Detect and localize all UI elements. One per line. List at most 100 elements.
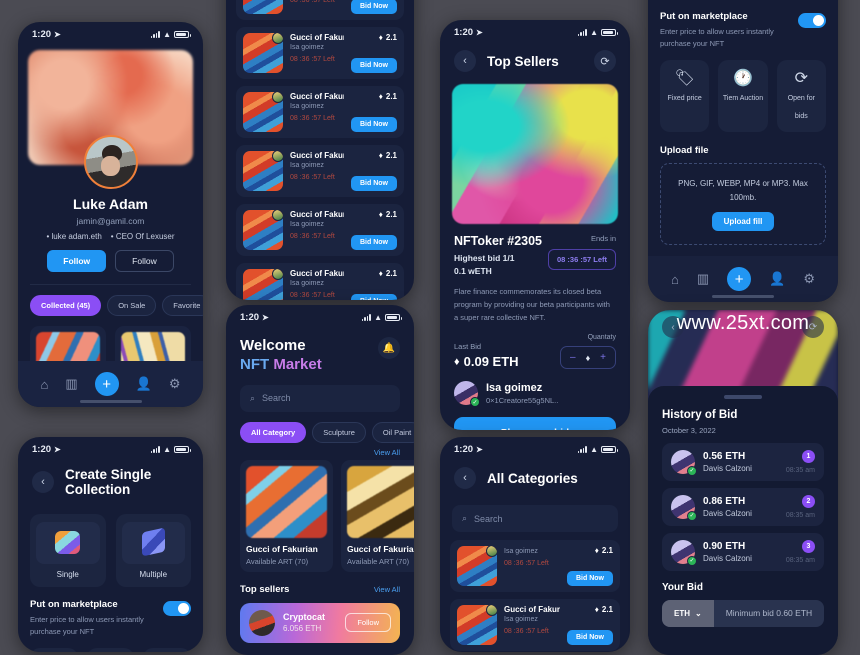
tab-profile-icon[interactable]: 👤 bbox=[769, 271, 785, 287]
tag-icon: 🏷 bbox=[674, 70, 695, 88]
upload-file-button[interactable]: Upload fill bbox=[711, 212, 775, 232]
bid-now-button[interactable]: Bid Now bbox=[351, 235, 397, 250]
sale-type-fixed-price[interactable]: 🏷 Fixed price bbox=[30, 648, 78, 652]
auction-price: ♦ 2.1 bbox=[379, 33, 397, 42]
bid-now-button[interactable]: Bid Now bbox=[567, 571, 613, 586]
currency-select[interactable]: ETH ⌄ bbox=[662, 599, 714, 627]
auction-title: Gucci of Fakurian #6 bbox=[290, 210, 344, 219]
option-single[interactable]: Single bbox=[30, 514, 106, 587]
owner-row[interactable]: ✓ Isa goimez 0×1Creatore55g5NL.. bbox=[440, 369, 630, 408]
tab-favorite[interactable]: Favorite bbox=[162, 295, 203, 316]
brand-market: Market bbox=[273, 355, 322, 373]
bid-history-row[interactable]: ✓ 0.90 ETH Davis Calzoni 3 08:35 am bbox=[662, 532, 824, 571]
sale-type-label: Open for bids bbox=[787, 95, 815, 121]
tab-settings-gear-icon[interactable]: ⚙ bbox=[169, 376, 181, 392]
market-card[interactable]: Gucci of Fakurian Available ART (70) bbox=[240, 459, 333, 572]
bottom-tab-bar: ⌂ ▥ + 👤 ⚙ bbox=[648, 256, 838, 302]
seller-avatar-badge bbox=[486, 546, 497, 557]
market-card-title: Gucci of Fakurian bbox=[246, 543, 318, 554]
profile-email: jamin@gamil.com bbox=[76, 216, 145, 226]
auction-seller: Isa goimez bbox=[290, 280, 324, 287]
auction-row[interactable]: Gucci of Fakurian #6 Isa goimez 08 :36 :… bbox=[236, 145, 404, 197]
verified-check-icon: ✓ bbox=[687, 555, 697, 566]
sale-type-time-auction[interactable]: 🕐 Tiem Auction bbox=[86, 648, 135, 652]
auction-row[interactable]: Gucci of Fakurian #6 Isa goimez 08 :36 :… bbox=[236, 204, 404, 256]
auction-countdown: 08 :36 :57 Left bbox=[290, 292, 335, 299]
stepper-plus-button[interactable]: + bbox=[600, 352, 606, 363]
follow-secondary-button[interactable]: Follow bbox=[115, 250, 174, 272]
sale-type-open-for-bids[interactable]: ⟳ Open for bids bbox=[143, 648, 192, 652]
top-seller-card[interactable]: Cryptocat 6.056 ETH Follow bbox=[240, 602, 400, 643]
phone-screen-profile: 1:20 ➤ ▲ Luke Adam jamin@gamil.com luke … bbox=[18, 22, 203, 407]
option-single-label: Single bbox=[56, 570, 79, 579]
bidder-avatar: ✓ bbox=[671, 494, 697, 521]
bid-now-button[interactable]: Bid Now bbox=[567, 630, 613, 645]
bid-now-button[interactable]: Bid Now bbox=[351, 58, 397, 73]
follow-primary-button[interactable]: Follow bbox=[47, 250, 107, 272]
quantity-stepper[interactable]: – ♦ + bbox=[560, 346, 616, 370]
phone-screen-all-categories: 1:20 ➤ ▲ ‹ All Categories ⌕ Search Isa g… bbox=[440, 437, 630, 652]
upload-dropzone[interactable]: PNG, GIF, WEBP, MP4 or MP3. Max 100mb. U… bbox=[660, 163, 826, 246]
status-time: 1:20 bbox=[454, 444, 474, 455]
bell-icon[interactable]: 🔔 bbox=[378, 337, 400, 359]
sale-type-time-auction[interactable]: 🕐 Tiem Auction bbox=[718, 60, 768, 133]
chip-oil-paint[interactable]: Oil Paint bbox=[371, 421, 414, 443]
search-input[interactable]: ⌕ Search bbox=[452, 505, 618, 532]
marketplace-title: Put on marketplace bbox=[30, 599, 118, 610]
tab-settings-gear-icon[interactable]: ⚙ bbox=[803, 271, 815, 287]
tab-stats-icon[interactable]: ▥ bbox=[65, 376, 77, 392]
seller-follow-button[interactable]: Follow bbox=[345, 613, 391, 632]
collection-type-selector: Single Multiple bbox=[18, 505, 203, 587]
bid-now-button[interactable]: Bid Now bbox=[351, 0, 397, 14]
search-input[interactable]: ⌕ Search bbox=[240, 384, 400, 412]
bid-now-button[interactable]: Bid Now bbox=[351, 294, 397, 300]
bidder-name: Davis Calzoni bbox=[703, 463, 752, 473]
bid-rank-badge: 3 bbox=[802, 539, 815, 553]
verified-check-icon: ✓ bbox=[687, 465, 697, 476]
view-all-link[interactable]: View All bbox=[226, 443, 414, 457]
battery-icon bbox=[385, 313, 402, 322]
auction-row[interactable]: Gucci of Fakurian #6 Isa goimez 08 :36 :… bbox=[236, 263, 404, 300]
tab-stats-icon[interactable]: ▥ bbox=[697, 271, 709, 287]
marketplace-toggle[interactable] bbox=[163, 601, 191, 616]
battery-icon bbox=[174, 445, 191, 454]
phone-screen-top-sellers-detail: 1:20 ➤ ▲ ‹ Top Sellers ⟳ NFToker #2305 H… bbox=[440, 20, 630, 430]
chip-sculpture[interactable]: Sculpture bbox=[312, 421, 366, 443]
option-multiple[interactable]: Multiple bbox=[115, 514, 191, 587]
chevron-left-icon[interactable]: ‹ bbox=[32, 471, 54, 493]
ends-in-label: Ends in bbox=[590, 234, 616, 243]
auction-row[interactable]: Gucci of Fakurian #6 Isa goimez 08 :36 :… bbox=[236, 0, 404, 20]
auction-countdown: 08 :36 :57 Left bbox=[290, 174, 335, 181]
history-sheet: History of Bid October 3, 2022 ✓ 0.56 ET… bbox=[648, 386, 838, 655]
tab-home-icon[interactable]: ⌂ bbox=[671, 272, 679, 287]
top-sellers-view-all[interactable]: View All bbox=[374, 585, 400, 594]
weth-value: 0.1 wETH bbox=[454, 266, 492, 276]
chevron-left-icon[interactable]: ‹ bbox=[454, 50, 476, 72]
your-bid-label: Your Bid bbox=[662, 581, 703, 593]
marketplace-toggle[interactable] bbox=[798, 13, 826, 28]
refresh-icon[interactable]: ⟳ bbox=[594, 50, 616, 72]
bid-now-button[interactable]: Bid Now bbox=[351, 176, 397, 191]
bid-history-row[interactable]: ✓ 0.56 ETH Davis Calzoni 1 08:35 am bbox=[662, 442, 824, 481]
chip-all-category[interactable]: All Category bbox=[240, 421, 307, 443]
auction-row[interactable]: Gucci of Fakurian #6 Isa goimez 08 :36 :… bbox=[236, 27, 404, 79]
auction-thumbnail bbox=[243, 33, 283, 73]
tab-profile-icon[interactable]: 👤 bbox=[136, 376, 152, 392]
tab-add-button[interactable]: + bbox=[727, 267, 752, 291]
auction-row[interactable]: Gucci of Fakurian #6 Isa goimez 08 :36 :… bbox=[236, 86, 404, 138]
sale-type-fixed-price[interactable]: 🏷 Fixed price bbox=[660, 60, 710, 133]
tab-collected[interactable]: Collected (45) bbox=[30, 295, 102, 316]
auction-row[interactable]: Isa goimez 08 :36 :57 Left ♦ 2.1 Bid Now bbox=[450, 540, 620, 592]
auction-row[interactable]: Gucci of Fakurian #6 Isa goimez 08 :36 :… bbox=[450, 599, 620, 651]
bid-amount-input[interactable]: Minimum bid 0.60 ETH bbox=[714, 600, 824, 627]
chevron-left-icon[interactable]: ‹ bbox=[454, 467, 476, 489]
tab-on-sale[interactable]: On Sale bbox=[107, 295, 157, 316]
place-bid-button[interactable]: Place your bid bbox=[454, 417, 616, 430]
bid-now-button[interactable]: Bid Now bbox=[351, 117, 397, 132]
market-card[interactable]: Gucci of Fakurian Available ART (70) bbox=[341, 459, 414, 572]
stepper-minus-button[interactable]: – bbox=[570, 352, 576, 363]
tab-home-icon[interactable]: ⌂ bbox=[41, 377, 49, 392]
sale-type-open-for-bids[interactable]: ⟳ Open for bids bbox=[776, 60, 826, 133]
bid-history-row[interactable]: ✓ 0.86 ETH Davis Calzoni 2 08:35 am bbox=[662, 487, 824, 526]
tab-add-button[interactable]: + bbox=[94, 372, 119, 396]
